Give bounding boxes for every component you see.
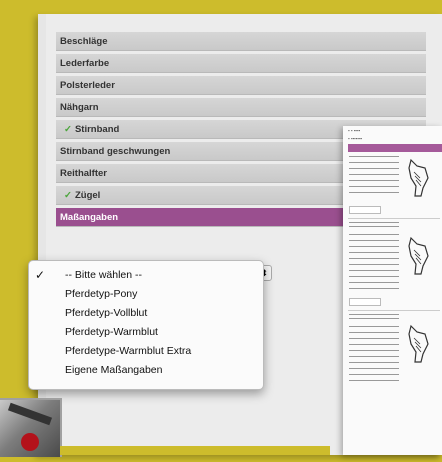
dropdown-option[interactable]: Pferdetyp-Warmblut — [65, 325, 158, 339]
sidebar-caption: ▪ ▪ ▪▪▪▪ — [348, 128, 361, 133]
sidebar-text-block — [349, 156, 399, 196]
row-label: Reithalfter — [60, 168, 107, 179]
horse-head-icon — [408, 158, 429, 197]
sidebar-section-bar — [348, 144, 442, 152]
checkmark-icon: ✓ — [64, 190, 72, 201]
option-row-beschlaege[interactable]: Beschläge — [56, 32, 426, 51]
row-label: Maßangaben — [60, 212, 119, 223]
sidebar-text-block — [349, 234, 399, 294]
row-label: Nähgarn — [60, 102, 99, 113]
row-label: Polsterleder — [60, 80, 115, 91]
horse-head-icon — [408, 324, 429, 363]
row-label: Beschläge — [60, 36, 108, 47]
sidebar-text-block — [349, 326, 399, 381]
sidebar-preview: ▪ ▪ ▪▪▪▪ ▪ ▪▪▪▪▪▪▪ — [343, 126, 442, 455]
sidebar-input[interactable] — [349, 206, 381, 214]
dropdown-option[interactable]: Eigene Maßangaben — [65, 363, 163, 377]
horse-head-icon — [408, 236, 429, 275]
dropdown-option[interactable]: Pferdetyp-Pony — [65, 287, 137, 301]
row-label: Zügel — [74, 190, 101, 201]
row-label: Stirnband geschwungen — [60, 146, 171, 157]
sidebar-input[interactable] — [349, 298, 381, 306]
dropdown-option[interactable]: -- Bitte wählen -- — [65, 268, 142, 282]
sidebar-divider — [348, 310, 440, 311]
product-photo-image — [7, 402, 53, 451]
sidebar-caption: ▪ ▪▪▪▪▪▪▪ — [348, 136, 363, 141]
row-label: Lederfarbe — [60, 58, 110, 69]
pferdetyp-dropdown-menu[interactable]: ✓ -- Bitte wählen -- Pferdetyp-Pony Pfer… — [28, 260, 264, 390]
product-photo — [0, 398, 62, 457]
option-row-polsterleder[interactable]: Polsterleder — [56, 76, 426, 95]
checkmark-icon: ✓ — [64, 124, 72, 135]
dropdown-option[interactable]: Pferdetyp-Vollblut — [65, 306, 147, 320]
option-row-naehgarn[interactable]: Nähgarn — [56, 98, 426, 117]
sidebar-divider — [348, 218, 440, 219]
option-row-lederfarbe[interactable]: Lederfarbe — [56, 54, 426, 73]
selected-check-icon: ✓ — [35, 268, 46, 282]
sidebar-heading — [349, 314, 399, 322]
dropdown-option[interactable]: Pferdetype-Warmblut Extra — [65, 344, 191, 358]
sidebar-heading — [349, 222, 399, 230]
footer-strip — [60, 446, 330, 455]
row-label: Stirnband — [74, 124, 120, 135]
